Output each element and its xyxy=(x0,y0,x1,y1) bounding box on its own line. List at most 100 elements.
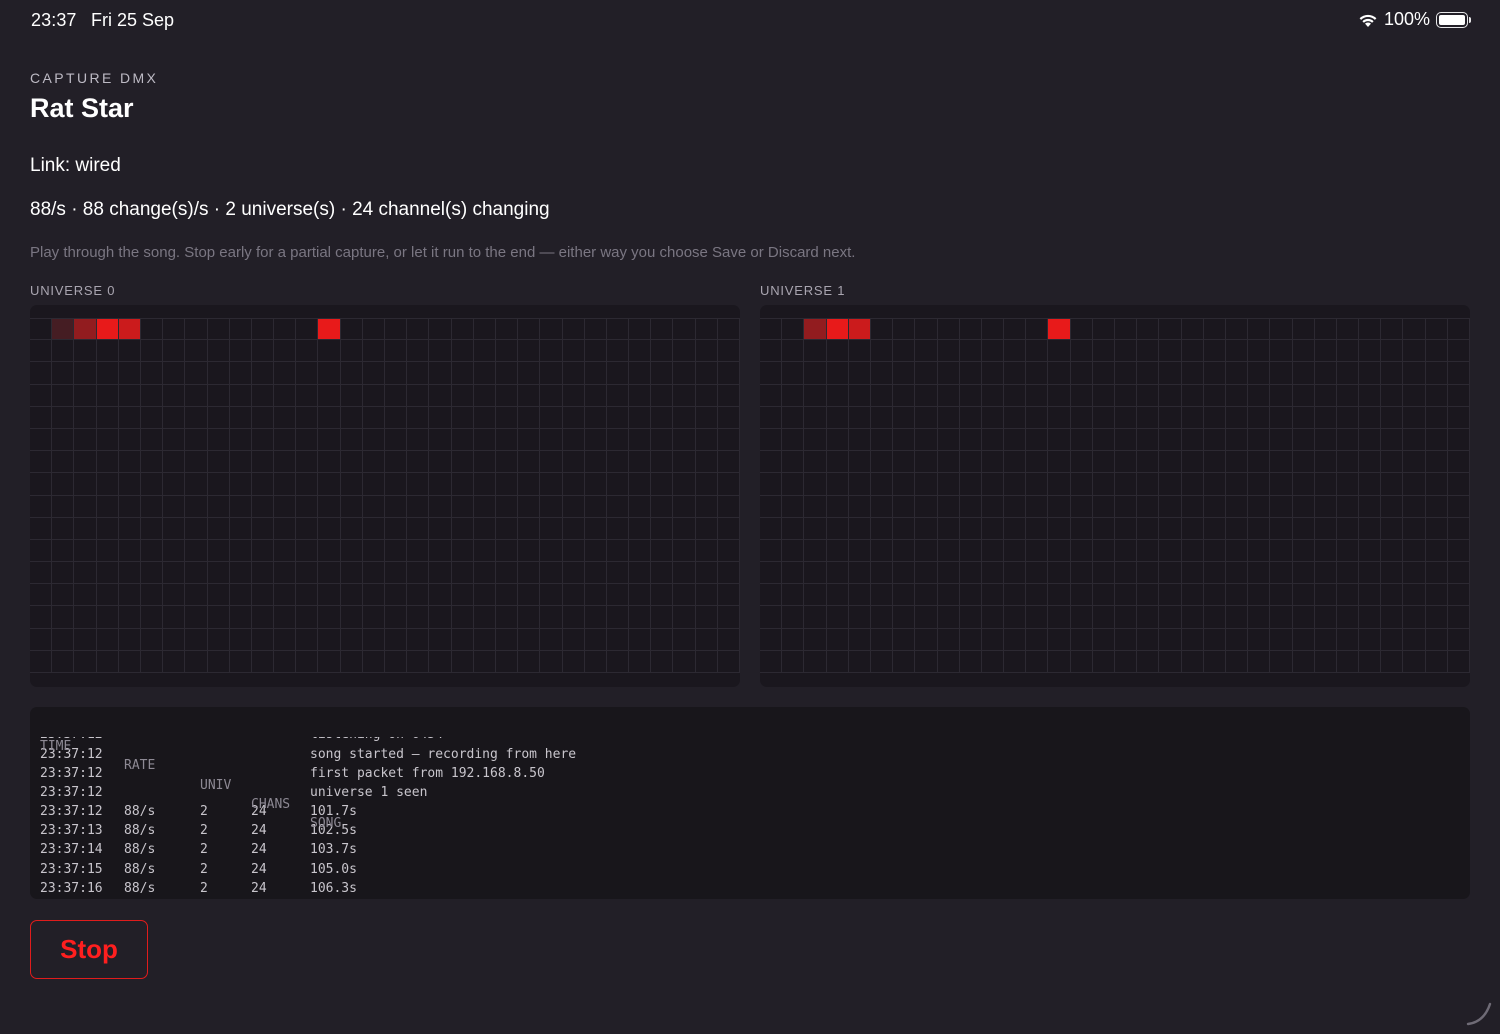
channel-cell xyxy=(673,362,696,385)
channel-cell xyxy=(385,562,408,585)
channel-cell xyxy=(362,495,385,518)
channel-cell xyxy=(1425,628,1448,651)
channel-cell xyxy=(915,451,938,474)
channel-cell xyxy=(959,340,982,363)
channel-cell xyxy=(1004,384,1027,407)
channel-cell xyxy=(140,451,164,474)
log-cell-chans: 24 xyxy=(251,842,267,858)
channel-cell xyxy=(959,539,982,563)
status-date: Fri 25 Sep xyxy=(91,10,175,30)
channel-cell xyxy=(915,539,938,563)
channel-cell xyxy=(163,562,186,585)
status-indicators: 100% xyxy=(1358,9,1471,30)
channel-cell xyxy=(1248,517,1271,540)
channel-cell xyxy=(959,428,982,452)
channel-cell xyxy=(629,318,652,341)
channel-cell xyxy=(274,428,297,452)
channel-cell xyxy=(1381,606,1404,629)
channel-cell xyxy=(1359,539,1382,563)
channel-cell xyxy=(937,384,960,407)
channel-cell xyxy=(695,539,718,563)
channel-cell xyxy=(1336,517,1360,540)
channel-cell xyxy=(1403,473,1426,496)
channel-cell xyxy=(251,628,275,651)
channel-cell xyxy=(52,606,75,629)
channel-cell xyxy=(429,362,452,385)
channel-cell xyxy=(1425,428,1448,452)
channel-cell xyxy=(140,473,164,496)
channel-cell xyxy=(1181,406,1204,429)
channel-cell xyxy=(870,606,894,629)
channel-cell xyxy=(606,517,630,540)
channel-cell xyxy=(981,451,1005,474)
channel-cell xyxy=(429,473,452,496)
channel-cell xyxy=(848,650,871,673)
log-row: 23:37:12 universe 1 seen xyxy=(30,783,1470,802)
channel-cell xyxy=(1314,495,1337,518)
channel-cell xyxy=(848,473,871,496)
channel-cell xyxy=(1092,517,1115,540)
channel-cell xyxy=(362,628,385,651)
channel-cell xyxy=(1359,495,1382,518)
channel-cell xyxy=(429,628,452,651)
channel-cell xyxy=(870,650,894,673)
channel-cell xyxy=(52,384,75,407)
channel-cell xyxy=(1048,428,1071,452)
channel-cell xyxy=(826,562,849,585)
channel-cell xyxy=(1336,473,1360,496)
channel-cell xyxy=(229,539,252,563)
channel-cell xyxy=(30,384,53,407)
channel-cell xyxy=(1092,384,1115,407)
channel-cell xyxy=(651,473,674,496)
channel-cell xyxy=(451,451,474,474)
channel-cell xyxy=(1336,406,1360,429)
channel-cell xyxy=(870,384,894,407)
channel-cell xyxy=(717,362,740,385)
channel-cell xyxy=(1270,562,1293,585)
channel-cell xyxy=(451,318,474,341)
channel-cell xyxy=(1159,451,1182,474)
channel-cell xyxy=(584,384,607,407)
channel-cell xyxy=(52,451,75,474)
channel-cell xyxy=(1137,318,1160,341)
channel-cell xyxy=(1270,406,1293,429)
channel-cell xyxy=(318,428,341,452)
channel-cell xyxy=(207,318,230,341)
channel-cell xyxy=(1203,362,1226,385)
channel-cell xyxy=(826,406,849,429)
channel-cell xyxy=(717,517,740,540)
channel-cell xyxy=(1292,628,1315,651)
channel-cell xyxy=(296,384,319,407)
log-cell-univ: 2 xyxy=(200,804,208,820)
channel-cell xyxy=(540,539,563,563)
channel-cell xyxy=(870,406,894,429)
channel-cell xyxy=(1403,451,1426,474)
channel-cell xyxy=(959,584,982,607)
channel-cell xyxy=(1270,473,1293,496)
channel-cell xyxy=(584,473,607,496)
channel-cell xyxy=(606,340,630,363)
channel-cell xyxy=(893,473,916,496)
capture-log[interactable]: TIME RATE UNIV CHANS SONG 23:37:12listen… xyxy=(30,707,1470,899)
channel-cell xyxy=(274,628,297,651)
channel-cell xyxy=(52,584,75,607)
channel-cell xyxy=(673,562,696,585)
channel-cell xyxy=(451,362,474,385)
channel-cell xyxy=(893,384,916,407)
channel-cell xyxy=(1314,606,1337,629)
channel-cell xyxy=(451,517,474,540)
channel-cell xyxy=(385,451,408,474)
channel-cell xyxy=(717,384,740,407)
channel-cell xyxy=(407,539,430,563)
channel-cell xyxy=(52,517,75,540)
channel-cell xyxy=(1336,650,1360,673)
stop-button[interactable]: Stop xyxy=(30,920,148,979)
channel-cell xyxy=(30,562,53,585)
channel-cell xyxy=(804,539,827,563)
capture-stats: 88/s · 88 change(s)/s · 2 universe(s) · … xyxy=(30,199,550,220)
channel-cell xyxy=(1314,473,1337,496)
channel-cell xyxy=(893,406,916,429)
channel-cell xyxy=(407,584,430,607)
channel-cell xyxy=(140,606,164,629)
channel-cell xyxy=(1248,495,1271,518)
